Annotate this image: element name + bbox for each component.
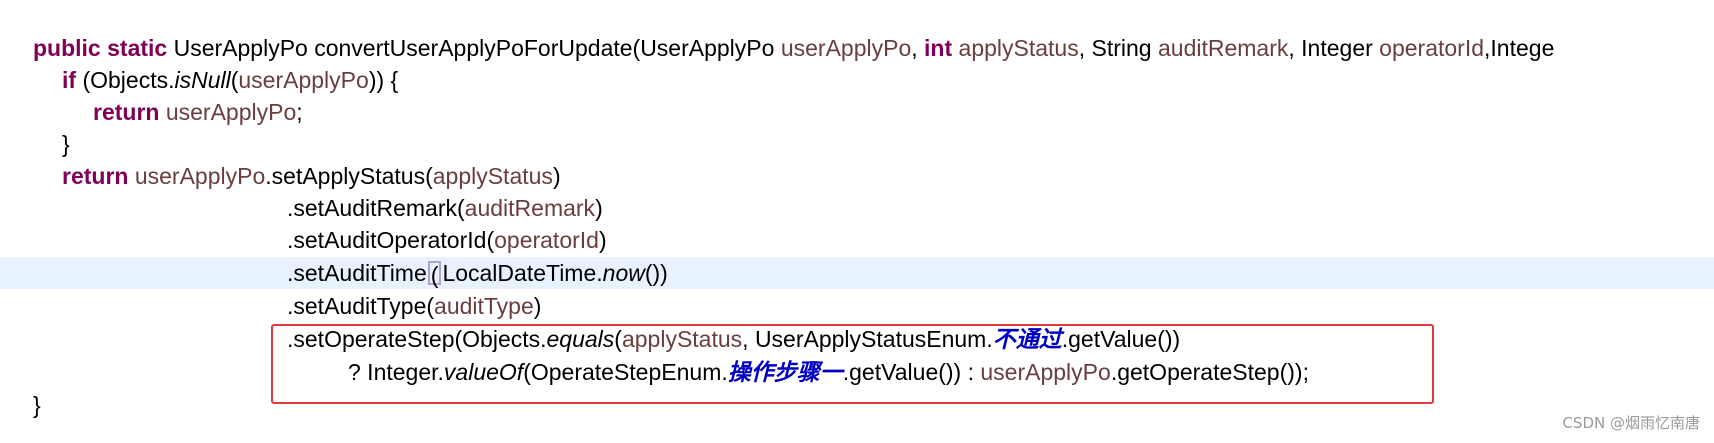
keyword-if: if: [62, 67, 77, 93]
keyword-return: return: [62, 163, 129, 189]
var-apply-status: applyStatus: [432, 163, 553, 189]
code-line-7: .setAuditOperatorId(operatorId): [0, 224, 1714, 256]
code-text: ,Intege: [1484, 35, 1555, 61]
matching-bracket-highlight: (: [427, 260, 442, 287]
code-text: )) {: [368, 67, 399, 93]
chain-set-audit-time: .setAuditTime(LocalDateTime.now()): [287, 257, 668, 289]
if-statement: if (Objects.isNull(userApplyPo)) {: [62, 64, 398, 96]
code-line-5: return userApplyPo.setApplyStatus(applyS…: [0, 160, 1714, 192]
code-text: ): [598, 227, 607, 253]
code-line-4: }: [0, 128, 1714, 160]
code-text: ): [552, 163, 561, 189]
chain-set-audit-type: .setAuditType(auditType): [287, 290, 541, 322]
keyword-static: static: [107, 35, 168, 61]
param-apply-status: applyStatus: [958, 35, 1079, 61]
code-text: (Objects.: [76, 67, 175, 93]
code-text: , String: [1078, 35, 1158, 61]
chain-set-audit-operator-id: .setAuditOperatorId(operatorId): [287, 224, 607, 256]
code-text: ,: [911, 35, 925, 61]
code-line-3: return userApplyPo;: [0, 96, 1714, 128]
code-line-1: public static UserApplyPo convertUserApp…: [0, 32, 1714, 64]
annotation-highlight-box: [271, 324, 1434, 404]
var-audit-remark: auditRemark: [464, 195, 596, 221]
code-text: .setApplyStatus(: [265, 163, 433, 189]
code-line-8-current[interactable]: .setAuditTime(LocalDateTime.now()): [0, 257, 1714, 289]
param-audit-remark: auditRemark: [1158, 35, 1289, 61]
code-text: .setAuditTime: [287, 260, 427, 286]
keyword-public: public: [33, 35, 101, 61]
code-text: .setAuditOperatorId(: [287, 227, 495, 253]
code-editor[interactable]: public static UserApplyPo convertUserApp…: [0, 0, 1714, 443]
code-line-9: .setAuditType(auditType): [0, 290, 1714, 322]
param-operator-id: operatorId: [1379, 35, 1485, 61]
code-text: .setAuditRemark(: [287, 195, 465, 221]
keyword-int: int: [924, 35, 953, 61]
var-user-apply-po: userApplyPo: [134, 163, 266, 189]
method-now: now: [602, 260, 645, 286]
var-audit-type: auditType: [434, 293, 534, 319]
keyword-return: return: [93, 99, 160, 125]
code-text: ): [533, 293, 542, 319]
code-text: .setAuditType(: [287, 293, 435, 319]
code-text: , Integer: [1288, 35, 1380, 61]
chain-set-audit-remark: .setAuditRemark(auditRemark): [287, 192, 603, 224]
closing-brace: }: [62, 131, 70, 157]
code-text: LocalDateTime.: [442, 260, 603, 286]
var-operator-id: operatorId: [494, 227, 599, 253]
code-line-2: if (Objects.isNull(userApplyPo)) {: [0, 64, 1714, 96]
method-closing-brace: }: [33, 392, 41, 418]
return-chain-start: return userApplyPo.setApplyStatus(applyS…: [62, 160, 561, 192]
code-line-6: .setAuditRemark(auditRemark): [0, 192, 1714, 224]
code-text: ()): [644, 260, 668, 286]
param-user-apply-po: userApplyPo: [780, 35, 912, 61]
code-text: UserApplyPo convertUserApplyPoForUpdate(…: [167, 35, 781, 61]
var-user-apply-po: userApplyPo: [165, 99, 297, 125]
method-is-null: isNull: [174, 67, 231, 93]
var-user-apply-po: userApplyPo: [238, 67, 369, 93]
code-text: ;: [296, 99, 303, 125]
code-text: ): [595, 195, 603, 221]
watermark: CSDN @烟雨忆南唐: [1562, 414, 1700, 432]
return-statement: return userApplyPo;: [93, 96, 303, 128]
method-signature: public static UserApplyPo convertUserApp…: [33, 32, 1554, 64]
